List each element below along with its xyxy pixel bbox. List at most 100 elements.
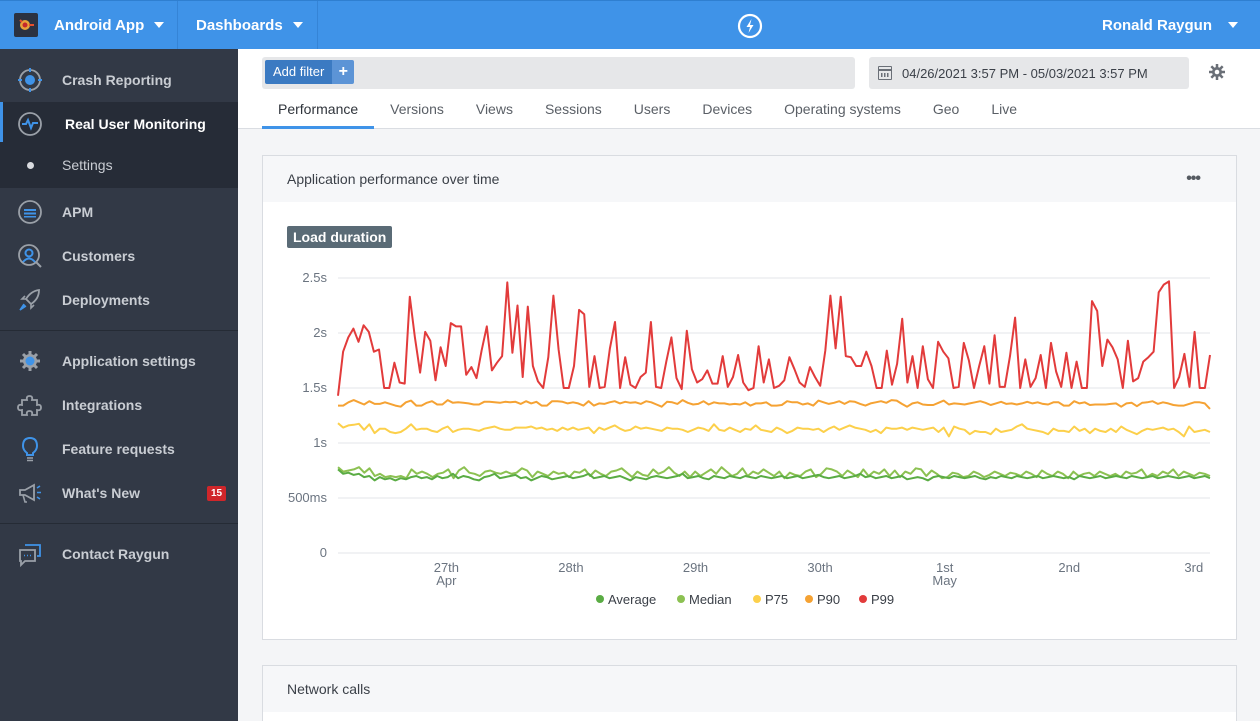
dashboards-label: Dashboards [196, 16, 283, 34]
gear-icon [17, 348, 43, 374]
y-tick-label: 1s [313, 435, 327, 450]
sidebar-item-label: Integrations [62, 397, 143, 413]
sidebar-divider [0, 330, 238, 331]
date-range-picker[interactable]: 04/26/2021 3:57 PM - 05/03/2021 3:57 PM [869, 57, 1189, 89]
tab-bar: Performance Versions Views Sessions User… [262, 93, 1033, 129]
x-tick-sublabel: Apr [436, 573, 457, 588]
legend-label: Average [608, 592, 656, 607]
tab-views[interactable]: Views [460, 93, 529, 129]
load-duration-chart: 0500ms1s1.5s2s2.5s 27thApr28th 29th 30th 1s… [288, 270, 1211, 607]
sidebar-item-label: Real User Monitoring [65, 116, 206, 132]
sidebar-divider [0, 523, 238, 524]
date-range-value: 04/26/2021 3:57 PM - 05/03/2021 3:57 PM [902, 65, 1148, 81]
sidebar-item-deployments[interactable]: Deployments [0, 278, 238, 322]
sidebar-item-settings[interactable]: Settings [0, 142, 238, 188]
tab-operating-systems[interactable]: Operating systems [768, 93, 917, 129]
card-header: Network calls [263, 666, 1236, 712]
tab-live[interactable]: Live [975, 93, 1033, 129]
puzzle-icon [17, 392, 43, 418]
sidebar-item-feature-requests[interactable]: Feature requests [0, 427, 238, 471]
y-tick-label: 500ms [288, 490, 328, 505]
filter-bar[interactable]: Add filter + [262, 57, 855, 89]
legend-marker [677, 595, 685, 603]
x-tick-label: 3rd [1184, 560, 1203, 575]
sidebar-item-label: Settings [62, 157, 113, 173]
tab-sessions[interactable]: Sessions [529, 93, 618, 129]
lightbulb-icon [17, 436, 43, 462]
dashboards-menu[interactable]: Dashboards [179, 1, 318, 49]
top-bar: Android App Dashboards Ronald Raygun [0, 0, 1260, 49]
legend-item-p99[interactable]: P99 [859, 592, 894, 607]
y-tick-label: 0 [320, 545, 327, 560]
legend-marker [753, 595, 761, 603]
user-menu[interactable]: Ronald Raygun [1102, 1, 1238, 49]
crash-reporting-bug-icon [17, 67, 43, 93]
x-tick-label: 30th [807, 560, 832, 575]
chevron-down-icon [1228, 22, 1238, 28]
sidebar-item-label: What's New [62, 485, 141, 501]
legend-item-average[interactable]: Average [596, 592, 656, 607]
main-content: Add filter + 04/26/2021 3:57 PM - 05/03/… [238, 49, 1260, 721]
dot-icon [27, 161, 34, 169]
y-tick-label: 1.5s [302, 380, 327, 395]
sidebar-item-apm[interactable]: APM [0, 190, 238, 234]
app-switcher[interactable]: Android App [0, 1, 178, 49]
legend-label: P90 [817, 592, 840, 607]
legend-item-p90[interactable]: P90 [805, 592, 840, 607]
performance-card: Application performance over time ••• Lo… [262, 155, 1237, 640]
y-tick-label: 2s [313, 325, 327, 340]
tab-performance[interactable]: Performance [262, 93, 375, 129]
legend-marker [596, 595, 604, 603]
sidebar-item-application-settings[interactable]: Application settings [0, 339, 238, 383]
more-options-icon[interactable]: ••• [1186, 170, 1201, 188]
customer-search-icon [17, 243, 43, 269]
sidebar-item-contact-raygun[interactable]: Contact Raygun [0, 532, 238, 576]
sidebar-item-integrations[interactable]: Integrations [0, 383, 238, 427]
sidebar: Crash Reporting Real User Monitoring Set… [0, 49, 238, 721]
x-tick-label: 29th [683, 560, 708, 575]
sidebar-item-label: Application settings [62, 353, 196, 369]
plus-icon: + [332, 60, 355, 84]
legend-item-p75[interactable]: P75 [753, 592, 788, 607]
sidebar-item-whats-new[interactable]: What's New 15 [0, 471, 238, 515]
sidebar-item-real-user-monitoring[interactable]: Real User Monitoring [0, 102, 238, 146]
sidebar-item-crash-reporting[interactable]: Crash Reporting [0, 58, 238, 102]
legend-label: Median [689, 592, 732, 607]
notification-badge: 15 [207, 485, 227, 501]
x-tick-label: 2nd [1058, 560, 1080, 575]
sidebar-item-customers[interactable]: Customers [0, 234, 238, 278]
page-header: Add filter + 04/26/2021 3:57 PM - 05/03/… [238, 49, 1260, 129]
tab-geo[interactable]: Geo [917, 93, 975, 129]
y-tick-label: 2.5s [302, 270, 327, 285]
series-line-p90 [338, 399, 1211, 410]
card-header: Application performance over time ••• [263, 156, 1236, 202]
pulse-icon [17, 111, 43, 137]
chevron-down-icon [154, 22, 165, 28]
legend-marker [805, 595, 813, 603]
apm-icon [17, 199, 43, 225]
network-calls-card: Network calls [262, 665, 1237, 721]
settings-gear-icon[interactable] [1208, 63, 1226, 81]
sidebar-item-label: Customers [62, 248, 136, 264]
app-logo-icon [14, 13, 38, 37]
legend-label: P75 [765, 592, 788, 607]
card-title: Network calls [287, 681, 371, 697]
tab-versions[interactable]: Versions [374, 93, 460, 129]
sidebar-item-label: Deployments [62, 292, 150, 308]
sidebar-item-label: Contact Raygun [62, 546, 170, 562]
add-filter-button[interactable]: Add filter + [265, 60, 355, 84]
legend-item-median[interactable]: Median [677, 592, 732, 607]
calendar-icon [878, 66, 892, 80]
app-name: Android App [54, 16, 145, 34]
x-tick-sublabel: May [932, 573, 957, 588]
series-line-p99 [337, 280, 1211, 396]
add-filter-label: Add filter [265, 60, 333, 84]
sidebar-item-label: APM [62, 204, 94, 220]
tab-users[interactable]: Users [618, 93, 687, 129]
legend-marker [859, 595, 867, 603]
tab-devices[interactable]: Devices [686, 93, 768, 129]
megaphone-icon [17, 480, 43, 506]
sidebar-item-label: Feature requests [62, 441, 175, 457]
lightning-circle-icon[interactable] [737, 13, 763, 39]
legend-label: P99 [871, 592, 894, 607]
